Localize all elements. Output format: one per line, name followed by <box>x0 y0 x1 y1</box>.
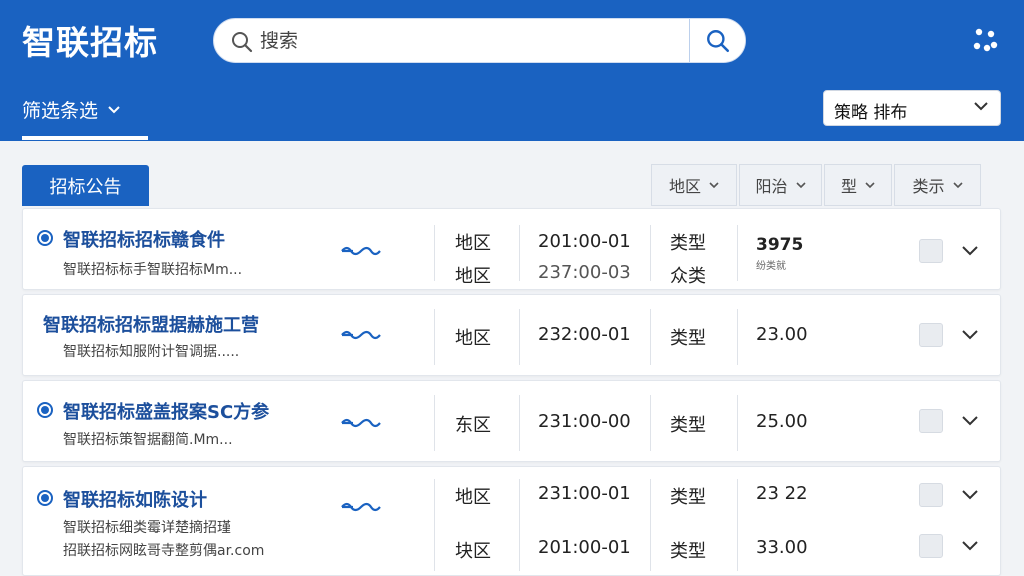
trend-wave-icon <box>341 418 381 428</box>
divider <box>737 225 738 281</box>
search-button[interactable] <box>689 19 745 62</box>
search-input[interactable] <box>260 19 690 62</box>
type-cell: 类型 <box>670 487 706 508</box>
divider <box>519 395 520 451</box>
trend-wave-icon <box>341 502 381 512</box>
divider <box>519 225 520 281</box>
row-checkbox[interactable] <box>919 239 943 263</box>
chevron-down-icon[interactable] <box>961 489 979 501</box>
divider <box>434 225 435 281</box>
divider <box>650 309 651 365</box>
divider <box>650 479 651 571</box>
bullet-icon <box>37 490 53 506</box>
list-item[interactable]: 智联招标盛盖报案SC方参 智联招标策智据翻简.Mm... 东区 231:00-0… <box>22 380 1001 462</box>
list-item[interactable]: 智联招标招标盟据赫施工营 智联招标知服附计智调据..... 地区 232:00-… <box>22 294 1001 376</box>
date-cell: 201:00-01 <box>538 231 631 252</box>
chevron-down-icon[interactable] <box>961 415 979 427</box>
item-title[interactable]: 智联招标招标赣食件 <box>63 226 225 252</box>
list-item[interactable]: 智联招标如陈设计 智联招标细类霉详楚摘招瑾 招联招标网眩哥寺整剪偶ar.com … <box>22 466 1001 576</box>
sort-select-value: 策略 排布 <box>834 103 908 123</box>
amount-cell: 3975 <box>756 235 804 255</box>
date-cell: 231:00-01 <box>538 483 631 504</box>
row-checkbox[interactable] <box>919 483 943 507</box>
divider <box>434 479 435 571</box>
amount-cell: 33.00 <box>756 537 808 558</box>
active-tab-indicator <box>22 136 148 140</box>
chevron-down-icon <box>974 102 988 111</box>
chevron-down-icon <box>795 181 806 188</box>
divider <box>737 395 738 451</box>
tab-tender-announcements[interactable]: 招标公告 <box>22 165 149 206</box>
column-filter-region[interactable]: 地区 <box>651 164 737 206</box>
column-filter-label: 型 <box>840 177 857 196</box>
row-checkbox[interactable] <box>919 534 943 558</box>
divider <box>434 309 435 365</box>
item-description: 智联招标策智据翻简.Mm... <box>63 432 233 448</box>
region-cell: 地区 <box>455 266 491 287</box>
row-checkbox[interactable] <box>919 323 943 347</box>
column-filter-label: 类示 <box>912 177 945 196</box>
type-cell: 类型 <box>670 415 706 436</box>
chevron-down-icon <box>108 105 120 113</box>
item-description: 招联招标网眩哥寺整剪偶ar.com <box>63 543 265 559</box>
date-cell: 231:00-00 <box>538 411 631 432</box>
divider <box>519 479 520 571</box>
chevron-down-icon <box>952 181 963 188</box>
sort-select[interactable]: 策略 排布 <box>823 90 1001 126</box>
item-description: 智联招标知服附计智调据..... <box>63 344 240 360</box>
list-item[interactable]: 智联招标招标赣食件 智联招标标手智联招标Mm... 地区 地区 201:00-0… <box>22 208 1001 290</box>
region-cell: 地区 <box>455 328 491 349</box>
trend-wave-icon <box>341 330 381 340</box>
bullet-icon <box>37 402 53 418</box>
filter-dropdown[interactable]: 筛选条选 <box>22 96 120 123</box>
search-icon <box>706 29 729 52</box>
bullet-icon <box>37 230 53 246</box>
divider <box>519 309 520 365</box>
column-filter-label: 地区 <box>668 177 701 196</box>
region-cell: 地区 <box>455 487 491 508</box>
share-icon[interactable] <box>970 26 1000 56</box>
item-description: 智联招标细类霉详楚摘招瑾 <box>63 520 231 536</box>
search-box[interactable] <box>213 18 746 63</box>
app-title: 智联招标 <box>22 23 158 62</box>
chevron-down-icon[interactable] <box>961 329 979 341</box>
column-filter-status[interactable]: 阳治 <box>739 164 822 206</box>
divider <box>737 309 738 365</box>
date-cell: 232:00-01 <box>538 324 631 345</box>
search-icon <box>232 32 253 53</box>
divider <box>650 225 651 281</box>
item-title[interactable]: 智联招标盛盖报案SC方参 <box>63 398 269 424</box>
divider <box>737 479 738 571</box>
trend-wave-icon <box>341 246 381 256</box>
amount-note: 纷类就 <box>756 261 786 272</box>
type-cell: 众类 <box>670 266 706 287</box>
type-cell: 类型 <box>670 233 706 254</box>
column-filter-display[interactable]: 类示 <box>894 164 981 206</box>
item-title[interactable]: 智联招标如陈设计 <box>63 486 207 512</box>
amount-cell: 23 22 <box>756 483 808 504</box>
date-cell: 237:00-03 <box>538 262 631 283</box>
row-checkbox[interactable] <box>919 409 943 433</box>
item-title[interactable]: 智联招标招标盟据赫施工营 <box>43 311 259 337</box>
chevron-down-icon[interactable] <box>961 245 979 257</box>
region-cell: 地区 <box>455 233 491 254</box>
amount-cell: 25.00 <box>756 411 808 432</box>
divider <box>650 395 651 451</box>
type-cell: 类型 <box>670 328 706 349</box>
header-bar: 智联招标 筛选条选 策略 排布 <box>0 0 1024 141</box>
chevron-down-icon <box>865 181 875 188</box>
chevron-down-icon[interactable] <box>961 540 979 552</box>
item-description: 智联招标标手智联招标Mm... <box>63 262 243 278</box>
divider <box>434 395 435 451</box>
column-filter-type[interactable]: 型 <box>824 164 892 206</box>
chevron-down-icon <box>709 181 719 188</box>
region-cell: 东区 <box>455 415 491 436</box>
date-cell: 201:00-01 <box>538 537 631 558</box>
region-cell: 块区 <box>455 541 491 562</box>
column-filter-label: 阳治 <box>755 177 788 196</box>
type-cell: 类型 <box>670 541 706 562</box>
amount-cell: 23.00 <box>756 324 808 345</box>
filter-label: 筛选条选 <box>22 100 99 122</box>
